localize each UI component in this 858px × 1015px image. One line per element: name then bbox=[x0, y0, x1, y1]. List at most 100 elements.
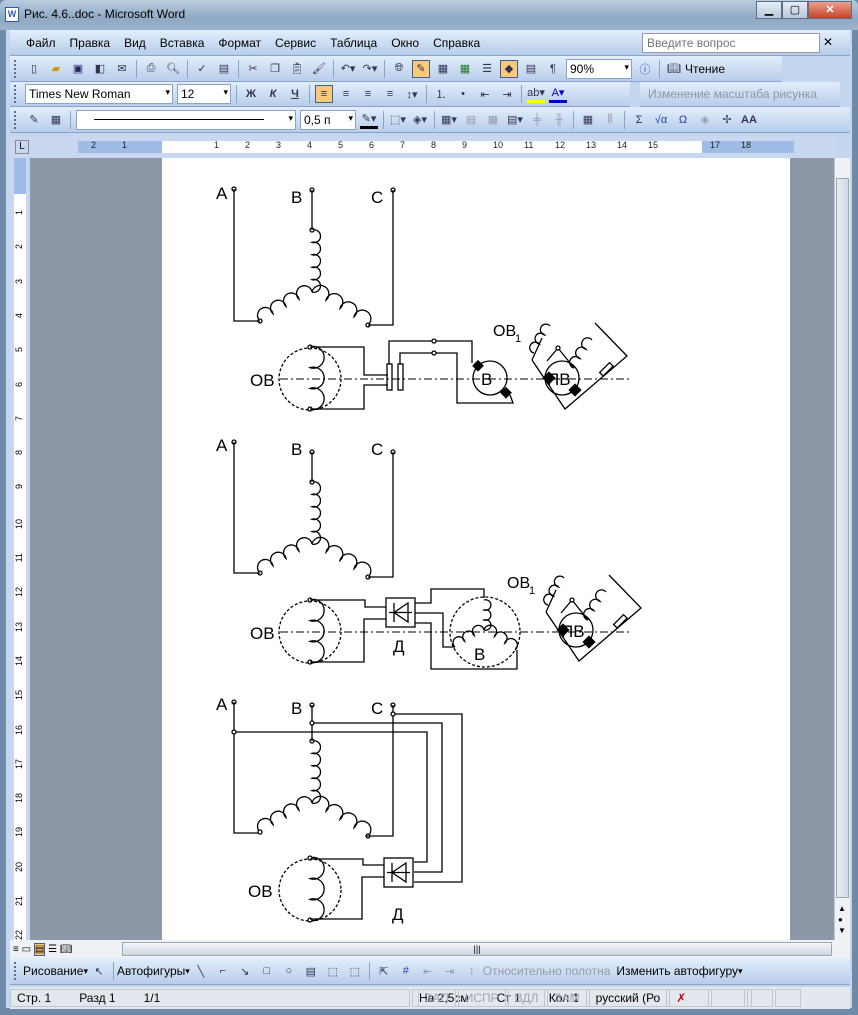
new-icon[interactable]: ▯ bbox=[25, 60, 43, 78]
border-color-icon[interactable]: ✎▾ bbox=[360, 111, 378, 129]
view-buttons[interactable]: ≡ ▭ ▤ ☰ 📖︎ bbox=[13, 942, 73, 956]
permission-icon[interactable]: ◧ bbox=[91, 60, 109, 78]
menu-file[interactable]: Файл bbox=[26, 36, 56, 50]
tables-borders-icon[interactable]: ✎ bbox=[412, 59, 430, 78]
print-icon[interactable]: ⎙ bbox=[142, 60, 160, 78]
help-icon[interactable]: ⓘ bbox=[636, 60, 654, 78]
position-icon[interactable]: ✢ bbox=[718, 111, 736, 129]
spelling-status-icon[interactable]: ✗ bbox=[669, 989, 710, 1007]
line-spacing-icon[interactable]: ↕▾ bbox=[403, 85, 421, 103]
borders-icon[interactable]: ⬚▾ bbox=[389, 111, 407, 129]
columns-icon[interactable]: ☰ bbox=[478, 60, 496, 78]
page[interactable] bbox=[162, 158, 790, 940]
italic-button[interactable]: К bbox=[264, 85, 282, 103]
toolbar-grip[interactable] bbox=[14, 59, 19, 78]
eraser-icon[interactable]: ▦ bbox=[47, 111, 65, 129]
increase-indent-icon[interactable]: ⇥ bbox=[498, 85, 516, 103]
status-trk[interactable]: ИСПР bbox=[457, 989, 506, 1007]
textbox-icon[interactable]: ▤ bbox=[302, 962, 320, 980]
align-right-icon[interactable]: ≡ bbox=[359, 85, 377, 103]
fit-icon[interactable]: ⇥ bbox=[441, 962, 459, 980]
oval-icon[interactable]: ○ bbox=[280, 962, 298, 980]
drawing-menu[interactable]: Рисование bbox=[23, 964, 83, 978]
line-style-select[interactable] bbox=[76, 109, 296, 130]
insert-excel-icon[interactable]: ▦ bbox=[456, 60, 474, 78]
underline-button[interactable]: Ч bbox=[286, 85, 304, 103]
rectangle-icon[interactable]: □ bbox=[258, 962, 276, 980]
status-language[interactable]: русский (Ро bbox=[588, 989, 668, 1007]
line-weight-select[interactable]: 0,5 п bbox=[300, 109, 356, 130]
spelling-icon[interactable]: ✓ bbox=[193, 60, 211, 78]
font-size-select[interactable]: 12 bbox=[177, 84, 231, 104]
menu-format[interactable]: Формат bbox=[218, 36, 261, 50]
scale-icon[interactable]: ↕ bbox=[463, 962, 481, 980]
maximize-button[interactable]: ▢ bbox=[782, 1, 808, 19]
autoformat-icon[interactable]: ▦ bbox=[579, 111, 597, 129]
reading-button[interactable]: Чтение bbox=[685, 62, 725, 76]
justify-icon[interactable]: ≡ bbox=[381, 85, 399, 103]
distribute-rows-icon[interactable]: ╪ bbox=[528, 111, 546, 129]
insert-table-menu-icon[interactable]: ▦▾ bbox=[440, 111, 458, 129]
tab-selector[interactable]: L bbox=[15, 140, 29, 154]
autoshapes-menu[interactable]: Автофигуры bbox=[117, 964, 185, 978]
grid-icon[interactable]: # bbox=[397, 962, 415, 980]
menu-window[interactable]: Окно bbox=[391, 36, 419, 50]
paste-icon[interactable]: 📋︎ bbox=[288, 60, 306, 78]
merge-cells-icon[interactable]: ▤ bbox=[462, 111, 480, 129]
font-case-icon[interactable]: AA bbox=[740, 111, 758, 129]
drawing-icon[interactable]: ◆ bbox=[500, 59, 518, 78]
draw-table-icon[interactable]: ✎ bbox=[25, 111, 43, 129]
format-painter-icon[interactable]: 🖌︎ bbox=[310, 60, 328, 78]
symbol-icon[interactable]: Ω bbox=[674, 111, 692, 129]
equation-icon[interactable]: √α bbox=[652, 111, 670, 129]
browse-buttons[interactable]: ▲ ● ▼ bbox=[838, 903, 846, 936]
word-icon[interactable]: W bbox=[5, 7, 19, 22]
print-preview-icon[interactable]: 🔍︎ bbox=[164, 60, 182, 78]
menu-tools[interactable]: Сервис bbox=[275, 36, 316, 50]
zoom-select[interactable]: 90% bbox=[566, 58, 632, 79]
status-ovr[interactable]: ЗАМ bbox=[547, 989, 587, 1007]
highlight-icon[interactable]: ab▾ bbox=[527, 85, 545, 103]
reading-icon[interactable]: 📖︎ bbox=[665, 60, 683, 78]
align-cell-icon[interactable]: ▤▾ bbox=[506, 111, 524, 129]
autosum-icon[interactable]: Σ bbox=[630, 111, 648, 129]
paint-icon[interactable]: ◈ bbox=[696, 111, 714, 129]
text-direction-icon[interactable]: ⫼ bbox=[601, 111, 619, 129]
research-icon[interactable]: ▤ bbox=[215, 60, 233, 78]
vertical-ruler[interactable]: 1 2 3 4 5 6 7 8 9 10 11 12 13 14 15 16 17 18 19 20 21 22 bbox=[10, 158, 28, 940]
horizontal-scroll-thumb[interactable]: ||| bbox=[122, 942, 832, 956]
select-objects-icon[interactable]: ↖ bbox=[90, 962, 108, 980]
numbering-icon[interactable]: ⒈ bbox=[432, 85, 450, 103]
bold-button[interactable]: Ж bbox=[242, 85, 260, 103]
picture-scale-button[interactable]: Изменение масштаба рисунка bbox=[648, 87, 817, 101]
save-icon[interactable]: ▣ bbox=[69, 60, 87, 78]
horizontal-scrollbar[interactable]: ≡ ▭ ▤ ☰ 📖︎ ||| bbox=[10, 940, 850, 958]
menu-table[interactable]: Таблица bbox=[330, 36, 377, 50]
vertical-scroll-thumb[interactable] bbox=[836, 178, 849, 898]
vertical-scrollbar[interactable]: ▲ ● ▼ bbox=[834, 158, 850, 940]
arrow-icon[interactable]: ↘ bbox=[236, 962, 254, 980]
relative-to-canvas[interactable]: Относительно полотна bbox=[483, 964, 611, 978]
minimize-button[interactable]: ▁ bbox=[756, 1, 782, 19]
status-rec[interactable]: ЗАП bbox=[418, 989, 456, 1007]
help-search-input[interactable] bbox=[642, 33, 820, 53]
cut-icon[interactable]: ✂ bbox=[244, 60, 262, 78]
show-hide-icon[interactable]: ¶ bbox=[544, 60, 562, 78]
email-icon[interactable]: ✉ bbox=[113, 60, 131, 78]
split-cells-icon[interactable]: ▦ bbox=[484, 111, 502, 129]
font-select[interactable]: Times New Roman bbox=[25, 84, 173, 104]
align-left-icon[interactable]: ≡ bbox=[315, 85, 333, 103]
close-button[interactable]: ✕ bbox=[808, 1, 852, 19]
insert-table-icon[interactable]: ▦ bbox=[434, 60, 452, 78]
redo-icon[interactable]: ↷▾ bbox=[361, 60, 379, 78]
bullets-icon[interactable]: • bbox=[454, 85, 472, 103]
connector-icon[interactable]: ⌐ bbox=[214, 962, 232, 980]
close-doc-icon[interactable]: ✕ bbox=[823, 35, 833, 49]
change-autoshape-menu[interactable]: Изменить автофигуру bbox=[616, 964, 738, 978]
group-icon[interactable]: ⬚ bbox=[324, 962, 342, 980]
menu-edit[interactable]: Правка bbox=[70, 36, 111, 50]
font-color-icon[interactable]: A▾ bbox=[549, 85, 567, 103]
distribute-columns-icon[interactable]: ╫ bbox=[550, 111, 568, 129]
shading-icon[interactable]: ◈▾ bbox=[411, 111, 429, 129]
line-icon[interactable]: ╲ bbox=[192, 962, 210, 980]
